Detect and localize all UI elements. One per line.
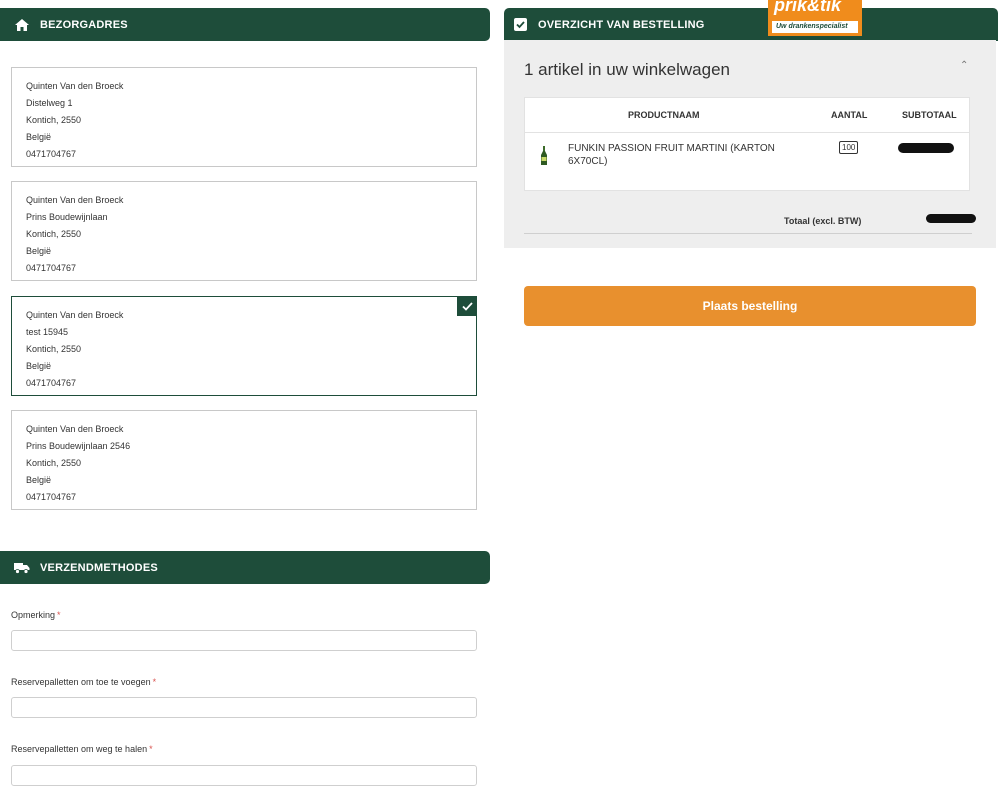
logo-wordmark: prik&tik xyxy=(774,0,842,15)
required-mark: * xyxy=(149,744,153,754)
total-label: Totaal (excl. BTW) xyxy=(784,216,862,226)
required-mark: * xyxy=(57,610,61,620)
truck-icon xyxy=(14,560,30,576)
address-phone: 0471704767 xyxy=(26,492,77,502)
address-street: Prins Boudewijnlaan 2546 xyxy=(26,441,131,451)
product-name[interactable]: FUNKIN PASSION FRUIT MARTINI (KARTON 6X7… xyxy=(568,142,788,168)
column-header-quantity: AANTAL xyxy=(831,110,868,120)
cart-title: 1 artikel in uw winkelwagen xyxy=(524,60,730,79)
pallets-add-input[interactable] xyxy=(11,697,477,718)
address-city: Kontich, 2550 xyxy=(26,458,82,468)
delivery-address-header: BEZORGADRES xyxy=(0,8,490,41)
address-name: Quinten Van den Broeck xyxy=(26,81,124,91)
address-name: Quinten Van den Broeck xyxy=(26,424,124,434)
shipping-methods-title: VERZENDMETHODES xyxy=(40,561,158,574)
required-mark: * xyxy=(152,677,157,687)
pallets-remove-label: Reservepalletten om weg te halen * xyxy=(11,744,153,754)
address-name: Quinten Van den Broeck xyxy=(26,310,124,320)
address-country: België xyxy=(26,361,52,371)
redacted-total xyxy=(926,214,976,223)
address-phone: 0471704767 xyxy=(26,263,77,273)
home-icon xyxy=(14,17,30,33)
pallets-remove-input[interactable] xyxy=(11,765,477,786)
address-country: België xyxy=(26,246,52,256)
order-table: PRODUCTNAAM AANTAL SUBTOTAAL FUNKIN PASS… xyxy=(524,97,970,191)
table-divider xyxy=(525,132,969,133)
address-street: Distelweg 1 xyxy=(26,98,73,108)
address-country: België xyxy=(26,475,52,485)
shipping-methods-header: VERZENDMETHODES xyxy=(0,551,490,584)
column-header-product: PRODUCTNAAM xyxy=(628,110,700,120)
prik-tik-logo: prik&tik Uw drankenspecialist xyxy=(768,0,862,36)
delivery-address-title: BEZORGADRES xyxy=(40,18,128,31)
product-bottle-icon xyxy=(540,146,548,171)
address-city: Kontich, 2550 xyxy=(26,229,82,239)
chevron-up-icon[interactable]: ⌃ xyxy=(960,60,968,71)
address-card[interactable]: Quinten Van den Broeck Prins Boudewijnla… xyxy=(11,181,477,281)
checkbox-checked-icon xyxy=(512,17,528,33)
address-phone: 0471704767 xyxy=(26,378,77,388)
remark-label: Opmerking * xyxy=(11,610,61,620)
remark-input[interactable] xyxy=(11,630,477,651)
address-phone: 0471704767 xyxy=(26,149,77,159)
total-divider xyxy=(524,233,972,234)
address-country: België xyxy=(26,132,52,142)
address-card[interactable]: Quinten Van den Broeck Distelweg 1 Konti… xyxy=(11,67,477,167)
address-card[interactable]: Quinten Van den Broeck Prins Boudewijnla… xyxy=(11,410,477,510)
redacted-subtotal xyxy=(898,143,954,153)
order-summary-header: OVERZICHT VAN BESTELLING xyxy=(504,8,998,41)
address-city: Kontich, 2550 xyxy=(26,344,82,354)
address-city: Kontich, 2550 xyxy=(26,115,82,125)
quantity-badge: 100 xyxy=(839,141,859,154)
column-header-subtotal: SUBTOTAAL xyxy=(902,110,957,120)
address-name: Quinten Van den Broeck xyxy=(26,195,124,205)
pallets-add-label: Reservepalletten om toe te voegen * xyxy=(11,677,157,687)
address-street: Prins Boudewijnlaan xyxy=(26,212,108,222)
logo-tagline: Uw drankenspecialist xyxy=(772,21,858,33)
selected-check-icon xyxy=(457,296,477,316)
order-summary-title: OVERZICHT VAN BESTELLING xyxy=(538,18,705,31)
address-card-selected[interactable]: Quinten Van den Broeck test 15945 Kontic… xyxy=(11,296,477,396)
address-street: test 15945 xyxy=(26,327,69,337)
place-order-button[interactable]: Plaats bestelling xyxy=(524,286,976,326)
